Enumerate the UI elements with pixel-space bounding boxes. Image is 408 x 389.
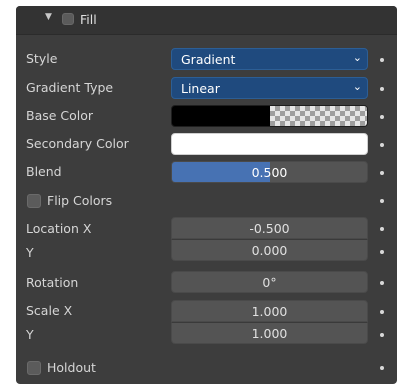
rotation-field[interactable]: 0° [171,271,368,293]
alpha-checker-pattern [270,106,367,126]
flip-colors-checkbox[interactable] [27,194,41,208]
location-x-value: -0.500 [249,221,290,236]
style-label: Style [26,51,58,66]
chevron-down-icon: ⌄ [352,80,362,93]
blend-value: 0.500 [251,165,288,180]
triangle-down-icon[interactable]: ▼ [45,12,52,22]
scale-x-label: Scale X [26,303,73,318]
chevron-down-icon: ⌄ [352,51,362,64]
scale-y-field[interactable]: 1.000 [171,322,368,344]
location-x-label: Location X [26,221,92,236]
fill-panel-title: Fill [80,12,97,27]
holdout-keyframe-dot[interactable] [380,366,384,370]
blend-label: Blend [26,164,62,179]
location-x-field[interactable]: -0.500 [171,217,368,239]
scale-x-value: 1.000 [251,304,288,319]
gradient-type-value: Linear [181,81,220,96]
holdout-checkbox[interactable] [27,361,41,375]
blend-slider[interactable]: 0.500 [171,161,368,183]
rotation-keyframe-dot[interactable] [380,281,384,285]
style-value: Gradient [181,52,236,67]
scale-x-keyframe-dot[interactable] [380,310,384,314]
location-y-field[interactable]: 0.000 [171,239,368,261]
base-color-swatch[interactable] [171,105,368,127]
base-color-keyframe-dot[interactable] [380,115,384,119]
gradient-type-keyframe-dot[interactable] [380,87,384,91]
gradient-type-dropdown[interactable]: Linear ⌄ [171,77,368,99]
location-x-keyframe-dot[interactable] [380,227,384,231]
secondary-color-swatch[interactable] [171,133,368,155]
fill-panel-header[interactable]: ▼ Fill [16,6,397,35]
style-keyframe-dot[interactable] [380,58,384,62]
location-y-keyframe-dot[interactable] [380,250,384,254]
rotation-label: Rotation [26,275,79,290]
base-color-label: Base Color [26,108,94,123]
flip-colors-keyframe-dot[interactable] [380,199,384,203]
scale-y-label: Y [26,327,34,342]
rotation-value: 0° [262,275,277,290]
style-dropdown[interactable]: Gradient ⌄ [171,48,368,70]
scale-y-keyframe-dot[interactable] [380,333,384,337]
gradient-type-label: Gradient Type [26,80,114,95]
fill-panel: ▼ Fill Style Gradient ⌄ Gradient Type Li… [16,6,397,384]
location-y-value: 0.000 [251,243,288,258]
scale-x-field[interactable]: 1.000 [171,300,368,322]
holdout-label[interactable]: Holdout [47,360,96,375]
blend-keyframe-dot[interactable] [380,171,384,175]
scale-y-value: 1.000 [251,326,288,341]
flip-colors-label[interactable]: Flip Colors [47,193,112,208]
location-y-label: Y [26,245,34,260]
secondary-color-keyframe-dot[interactable] [380,143,384,147]
secondary-color-label: Secondary Color [26,136,129,151]
fill-enable-checkbox[interactable] [62,13,74,25]
